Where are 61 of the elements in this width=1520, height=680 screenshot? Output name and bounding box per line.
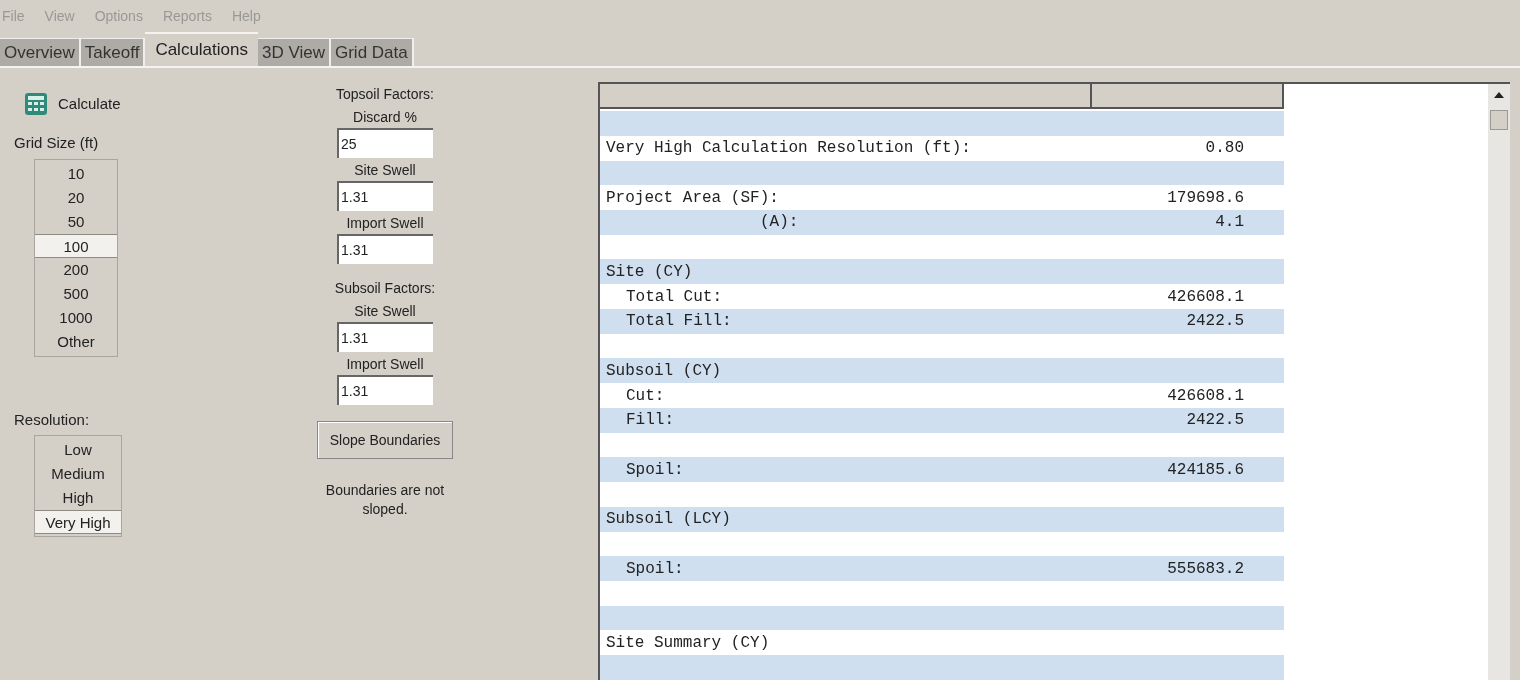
report-label: Spoil: <box>625 459 684 481</box>
report-value: 4.1 <box>1215 212 1245 234</box>
tab[interactable]: Takeoff <box>80 38 146 66</box>
scrollbar[interactable] <box>1488 84 1510 680</box>
tab[interactable]: Grid Data <box>331 38 414 66</box>
up-arrow-icon <box>1493 90 1505 100</box>
report-label: Site (CY) <box>605 261 693 283</box>
report-value: 426608.1 <box>1167 385 1245 407</box>
input-field[interactable]: 1.31 <box>337 234 433 264</box>
report-label: Site Summary (CY) <box>605 632 770 654</box>
field-label: Site Swell <box>354 302 416 321</box>
list-item[interactable]: Low <box>35 438 121 462</box>
report-label: Very High Calculation Resolution (ft): <box>605 138 971 160</box>
list-item[interactable]: Other <box>35 329 117 354</box>
calculator-icon <box>24 92 48 116</box>
report-label: Cut: <box>625 385 665 407</box>
field-label: Site Swell <box>354 161 416 180</box>
resolution-label: Resolution: <box>14 409 91 430</box>
report-label: Subsoil (LCY) <box>605 509 731 531</box>
report-value: 0.80 <box>1205 138 1245 160</box>
scrollbar-thumb[interactable] <box>1490 110 1508 130</box>
group-title: Subsoil Factors: <box>334 279 436 298</box>
report-value: 424185.6 <box>1167 459 1245 481</box>
report-value: 426608.1 <box>1167 286 1245 308</box>
report-label: (A): <box>759 212 799 234</box>
report-value: 2422.5 <box>1186 410 1245 432</box>
report-value: 179698.6 <box>1167 187 1245 209</box>
calculate-button[interactable]: Calculate <box>24 92 121 116</box>
tab[interactable]: 3D View <box>258 38 331 66</box>
input-field[interactable]: 1.31 <box>337 181 433 211</box>
grid-size-label: Grid Size (ft) <box>14 133 100 153</box>
list-item[interactable]: 50 <box>35 209 117 234</box>
list-item[interactable]: 10 <box>35 161 117 186</box>
report-value: 555683.2 <box>1167 558 1245 580</box>
list-item[interactable]: 20 <box>35 185 117 210</box>
report-label: Project Area (SF): <box>605 187 779 209</box>
list-item[interactable]: 100 <box>35 233 117 258</box>
list-item[interactable]: 500 <box>35 281 117 306</box>
list-item[interactable]: Medium <box>35 462 121 486</box>
report-label: Total Cut: <box>625 286 722 308</box>
report-label: Total Fill: <box>625 311 732 333</box>
tab[interactable]: Overview <box>0 38 81 66</box>
report-label: Spoil: <box>625 558 684 580</box>
column-header[interactable] <box>1092 84 1284 110</box>
list-item[interactable]: High <box>35 486 121 510</box>
list-item[interactable]: 1000 <box>35 305 117 330</box>
report-label: Fill: <box>625 410 674 432</box>
field-label: Import Swell <box>346 355 424 374</box>
group-title: Topsoil Factors: <box>335 85 434 104</box>
field-label: Discard % <box>353 108 417 127</box>
column-header[interactable] <box>600 84 1092 110</box>
field-label: Import Swell <box>346 214 424 233</box>
slope-boundaries-button[interactable]: Slope Boundaries <box>316 421 454 459</box>
input-field[interactable]: 1.31 <box>337 322 433 352</box>
report-label: Subsoil (CY) <box>605 360 722 382</box>
input-field[interactable]: 25 <box>337 128 433 158</box>
input-field[interactable]: 1.31 <box>337 375 433 405</box>
list-item[interactable]: 200 <box>35 257 117 282</box>
slope-note: Boundaries are not sloped. <box>324 481 446 519</box>
report-value: 2422.5 <box>1186 311 1245 333</box>
list-item[interactable]: Very High <box>35 510 121 534</box>
